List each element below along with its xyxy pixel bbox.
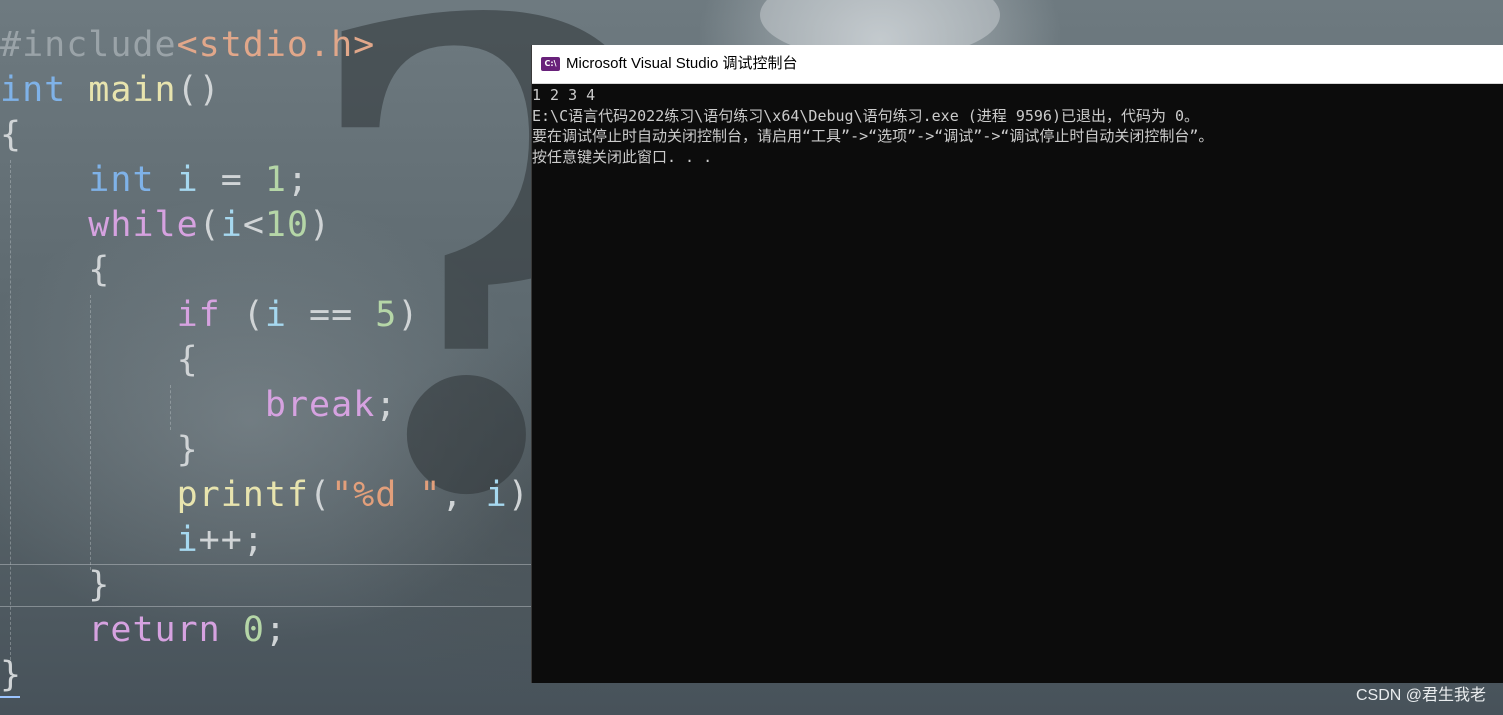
code-token: =	[198, 160, 265, 200]
current-line-border	[0, 564, 531, 565]
console-title: Microsoft Visual Studio 调试控制台	[566, 55, 798, 72]
code-token: break	[264, 385, 376, 425]
code-token: <stdio.h>	[176, 25, 376, 65]
code-token: i	[176, 520, 199, 560]
indent-guide	[170, 385, 171, 430]
code-token: 5	[375, 295, 398, 335]
code-token: "%d "	[331, 475, 442, 515]
code-token: ++;	[198, 520, 265, 560]
code-line[interactable]: while(i<10)	[0, 203, 331, 248]
current-line-border	[0, 606, 531, 607]
code-token: {	[176, 340, 199, 380]
code-token: printf	[176, 475, 310, 515]
code-token: 0	[242, 610, 265, 650]
console-titlebar[interactable]: C:\ Microsoft Visual Studio 调试控制台	[532, 45, 1503, 84]
code-token: {	[0, 115, 23, 155]
code-token: }	[88, 565, 111, 605]
code-token: if	[176, 295, 221, 335]
code-token: (	[309, 475, 332, 515]
code-line[interactable]: }	[0, 653, 22, 698]
console-output[interactable]: 1 2 3 4 E:\C语言代码2022练习\语句练习\x64\Debug\语句练…	[532, 85, 1498, 167]
code-line[interactable]: i++;	[0, 518, 265, 563]
debug-console-window[interactable]: C:\ Microsoft Visual Studio 调试控制台 1 2 3 …	[531, 45, 1503, 683]
code-token: )	[309, 205, 332, 245]
code-token: (	[198, 205, 221, 245]
code-line[interactable]: return 0;	[0, 608, 287, 653]
code-token: ;	[375, 385, 398, 425]
code-token: ==	[286, 295, 376, 335]
code-line[interactable]: {	[0, 338, 199, 383]
code-token: i	[220, 205, 243, 245]
code-line[interactable]: {	[0, 113, 22, 158]
code-token: {	[88, 250, 111, 290]
code-token: 1	[264, 160, 287, 200]
code-line[interactable]: }	[0, 563, 110, 608]
code-token: i	[485, 475, 508, 515]
code-token: }	[176, 430, 199, 470]
console-line: 1 2 3 4	[532, 86, 596, 104]
code-token: (	[220, 295, 265, 335]
indent-guide	[90, 295, 91, 570]
code-token: #include	[0, 25, 177, 65]
code-line[interactable]: int main()	[0, 68, 221, 113]
code-line[interactable]: {	[0, 248, 110, 293]
code-line[interactable]: break;	[0, 383, 397, 428]
code-line[interactable]: if (i == 5)	[0, 293, 419, 338]
code-token: int	[0, 70, 67, 110]
console-line: 要在调试停止时自动关闭控制台，请启用“工具”->“选项”->“调试”->“调试停…	[532, 127, 1214, 145]
code-token: main	[88, 70, 177, 110]
code-line[interactable]: }	[0, 428, 199, 473]
watermark: CSDN @君生我老	[1355, 687, 1486, 704]
code-token: 10	[264, 205, 310, 245]
code-line[interactable]: printf("%d ", i);	[0, 473, 552, 518]
console-app-icon: C:\	[541, 57, 560, 71]
code-line[interactable]: #include<stdio.h>	[0, 23, 375, 68]
code-token: i	[176, 160, 199, 200]
code-token: ;	[286, 160, 310, 200]
code-token: ()	[176, 70, 221, 110]
console-line: 按任意键关闭此窗口. . .	[532, 147, 713, 166]
code-token: ;	[264, 610, 287, 650]
code-token: <	[242, 205, 265, 245]
code-token: while	[88, 205, 199, 245]
console-line: E:\C语言代码2022练习\语句练习\x64\Debug\语句练习.exe (…	[532, 106, 1200, 125]
text-caret	[0, 696, 20, 698]
code-token: return	[88, 610, 221, 650]
indent-guide	[10, 160, 11, 660]
code-token: int	[88, 160, 155, 200]
code-token: )	[397, 295, 420, 335]
code-token: }	[0, 655, 23, 695]
code-token: ,	[441, 475, 486, 515]
code-line[interactable]: int i = 1;	[0, 158, 309, 203]
code-token: i	[264, 295, 287, 335]
